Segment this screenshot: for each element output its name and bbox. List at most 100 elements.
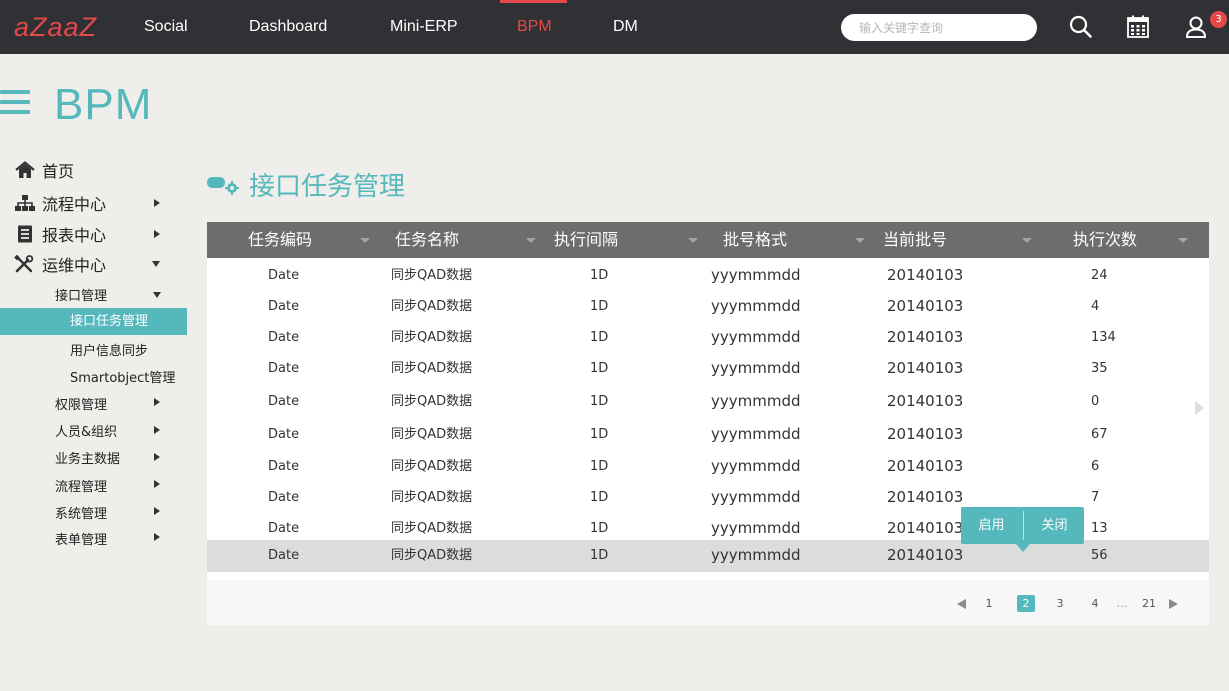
chevron-right-icon[interactable] [154, 453, 160, 461]
current-batch-cell: 20140103 [887, 328, 964, 346]
table-row[interactable]: Date 同步QAD数据 1D yyymmmdd 20140103 0 [207, 386, 1209, 417]
truck-gear-icon [207, 177, 239, 195]
task-code-cell: Date [268, 330, 300, 345]
page-link[interactable]: 4 [1089, 595, 1101, 612]
table-row[interactable]: Date 同步QAD数据 1D yyymmmdd 20140103 24 [207, 260, 1209, 291]
sidebar-item-label: 运维中心 [42, 256, 107, 275]
row-action-popup: 启用 关闭 [961, 507, 1085, 552]
sidebar-item-user-info-sync[interactable]: 用户信息同步 [70, 340, 148, 359]
batch-format-cell: yyymmmdd [711, 488, 801, 506]
batch-format-cell: yyymmmdd [711, 266, 801, 284]
sidebar-item-interface-task-mgmt[interactable]: 接口任务管理 [0, 308, 187, 335]
current-batch-cell: 20140103 [887, 392, 964, 410]
column-header-task-name[interactable]: 任务名称 [395, 222, 459, 258]
sidebar-item-flow-center[interactable]: 流程中心 [14, 191, 106, 215]
table-row[interactable]: Date 同步QAD数据 1D yyymmmdd 20140103 134 [207, 322, 1209, 353]
interval-cell: 1D [590, 394, 609, 409]
report-icon [18, 225, 32, 243]
nav-bpm[interactable]: BPM [517, 0, 552, 54]
exec-count-cell: 4 [1091, 299, 1100, 314]
task-name-cell: 同步QAD数据 [391, 330, 473, 345]
table-header: 任务编码 任务名称 执行间隔 批号格式 当前批号 执行次数 [207, 222, 1209, 258]
nav-mini-erp[interactable]: Mini-ERP [390, 0, 458, 54]
table-row[interactable]: Date 同步QAD数据 1D yyymmmdd 20140103 6 [207, 451, 1209, 482]
column-header-current-batch[interactable]: 当前批号 [883, 222, 947, 258]
chevron-right-icon[interactable] [154, 199, 160, 207]
batch-format-cell: yyymmmdd [711, 328, 801, 346]
batch-format-cell: yyymmmdd [711, 546, 801, 564]
chevron-down-icon[interactable] [152, 261, 160, 267]
sort-caret-icon[interactable] [688, 238, 698, 243]
search-icon[interactable] [1068, 14, 1094, 40]
table-row[interactable]: Date 同步QAD数据 1D yyymmmdd 20140103 67 [207, 419, 1209, 450]
sort-caret-icon[interactable] [360, 238, 370, 243]
interval-cell: 1D [590, 548, 609, 563]
sidebar-item-smartobject-mgmt[interactable]: Smartobject管理 [70, 367, 175, 386]
sidebar-item-people-org[interactable]: 人员&组织 [55, 421, 117, 440]
current-batch-cell: 20140103 [887, 359, 964, 377]
task-code-cell: Date [268, 459, 300, 474]
task-name-cell: 同步QAD数据 [391, 427, 473, 442]
next-page-icon[interactable] [1169, 599, 1178, 609]
current-batch-cell: 20140103 [887, 457, 964, 475]
sidebar-item-system-mgmt[interactable]: 系统管理 [55, 503, 107, 522]
exec-count-cell: 35 [1091, 361, 1108, 376]
sidebar-item-form-mgmt[interactable]: 表单管理 [55, 529, 107, 548]
user-icon[interactable] [1184, 14, 1210, 40]
page-link[interactable]: 3 [1054, 595, 1066, 612]
column-header-batch-format[interactable]: 批号格式 [723, 222, 787, 258]
calendar-icon[interactable] [1126, 14, 1152, 40]
sidebar-item-master-data[interactable]: 业务主数据 [55, 448, 120, 467]
sidebar-item-ops-center[interactable]: 运维中心 [14, 252, 106, 276]
batch-format-cell: yyymmmdd [711, 392, 801, 410]
scroll-right-icon[interactable] [1195, 401, 1204, 415]
page-link-last[interactable]: 21 [1139, 595, 1159, 612]
chevron-right-icon[interactable] [154, 398, 160, 406]
sidebar-item-report-center[interactable]: 报表中心 [14, 222, 106, 246]
sidebar-item-process-mgmt[interactable]: 流程管理 [55, 476, 107, 495]
interval-cell: 1D [590, 361, 609, 376]
nav-dashboard[interactable]: Dashboard [249, 0, 327, 54]
search-input[interactable] [841, 14, 1037, 41]
nav-social[interactable]: Social [144, 0, 188, 54]
prev-page-icon[interactable] [957, 599, 966, 609]
column-header-task-code[interactable]: 任务编码 [248, 222, 312, 258]
sidebar-item-label: 报表中心 [42, 226, 107, 245]
sidebar-item-interface-mgmt[interactable]: 接口管理 [55, 285, 107, 304]
chevron-right-icon[interactable] [154, 507, 160, 515]
table-row[interactable]: Date 同步QAD数据 1D yyymmmdd 20140103 35 [207, 353, 1209, 384]
column-header-exec-count[interactable]: 执行次数 [1073, 222, 1137, 258]
sidebar-item-permission-mgmt[interactable]: 权限管理 [55, 394, 107, 413]
page-link[interactable]: 1 [983, 595, 995, 612]
table-row[interactable]: Date 同步QAD数据 1D yyymmmdd 20140103 56 [207, 540, 1209, 572]
chevron-right-icon[interactable] [154, 533, 160, 541]
sort-caret-icon[interactable] [855, 238, 865, 243]
table-row[interactable]: Date 同步QAD数据 1D yyymmmdd 20140103 4 [207, 291, 1209, 322]
interval-cell: 1D [590, 490, 609, 505]
app-logo[interactable]: aZaaZ [14, 12, 97, 43]
sidebar-item-home[interactable]: 首页 [14, 158, 74, 182]
current-batch-cell: 20140103 [887, 488, 964, 506]
nav-dm[interactable]: DM [613, 0, 638, 54]
top-nav-bar: aZaaZ Social Dashboard Mini-ERP BPM DM 3 [0, 0, 1229, 54]
batch-format-cell: yyymmmdd [711, 425, 801, 443]
task-table: 任务编码 任务名称 执行间隔 批号格式 当前批号 执行次数 Date 同步QAD数… [207, 222, 1209, 625]
task-name-cell: 同步QAD数据 [391, 459, 473, 474]
column-header-interval[interactable]: 执行间隔 [554, 222, 618, 258]
sort-caret-icon[interactable] [1022, 238, 1032, 243]
interval-cell: 1D [590, 427, 609, 442]
chevron-right-icon[interactable] [154, 426, 160, 434]
page-link-current[interactable]: 2 [1017, 595, 1035, 612]
chevron-right-icon[interactable] [154, 230, 160, 238]
enable-button[interactable]: 启用 [961, 507, 1022, 544]
sort-caret-icon[interactable] [1178, 238, 1188, 243]
chevron-down-icon[interactable] [153, 292, 161, 298]
chevron-right-icon[interactable] [154, 480, 160, 488]
task-name-cell: 同步QAD数据 [391, 299, 473, 314]
sort-caret-icon[interactable] [526, 238, 536, 243]
exec-count-cell: 6 [1091, 459, 1100, 474]
task-code-cell: Date [268, 490, 300, 505]
close-button[interactable]: 关闭 [1024, 507, 1085, 544]
task-code-cell: Date [268, 427, 300, 442]
menu-toggle-icon[interactable] [0, 90, 30, 116]
